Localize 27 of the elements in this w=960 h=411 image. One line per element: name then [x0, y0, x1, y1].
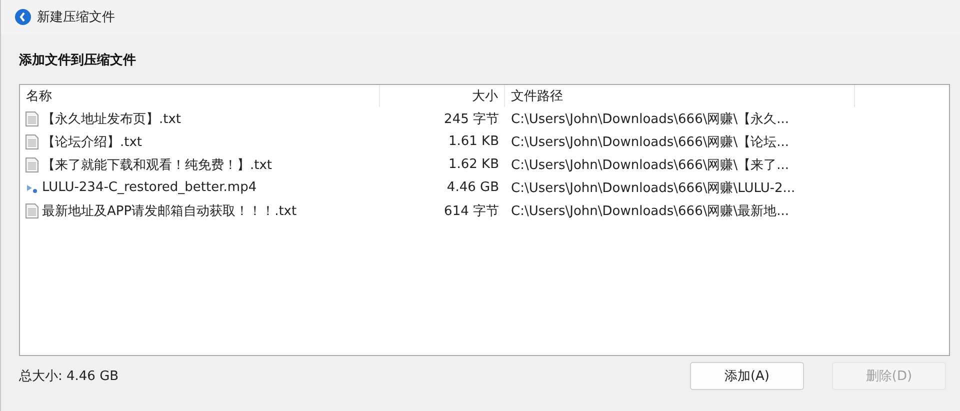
section-heading: 添加文件到压缩文件: [18, 52, 137, 70]
add-button[interactable]: 添加(A): [690, 362, 804, 390]
document-icon: [25, 202, 39, 218]
document-icon: [25, 134, 39, 150]
file-size: 245 字节: [443, 110, 500, 128]
file-size: 4.46 GB: [446, 180, 500, 195]
column-header[interactable]: 名称: [20, 85, 380, 107]
column-header[interactable]: 大小: [380, 85, 505, 107]
app-logo-icon: [15, 9, 31, 25]
file-path: C:\Users\John\Downloads\666\网赚\LULU-2...: [510, 180, 796, 196]
file-name: 【来了就能下载和观看！纯免费！】.txt: [42, 156, 272, 174]
file-size: 1.61 KB: [447, 134, 500, 149]
file-path: C:\Users\John\Downloads\666\网赚\最新地...: [510, 202, 790, 220]
file-size: 614 字节: [443, 202, 500, 220]
file-path: C:\Users\John\Downloads\666\网赚\【来了...: [510, 156, 790, 174]
file-path: C:\Users\John\Downloads\666\网赚\【论坛...: [510, 134, 790, 150]
file-name: 【永久地址发布页】.txt: [42, 110, 182, 128]
window-title: 新建压缩文件: [37, 9, 115, 26]
document-icon: [25, 156, 39, 172]
file-path: C:\Users\John\Downloads\666\网赚\【永久...: [510, 110, 790, 128]
document-icon: [25, 110, 39, 126]
total-size: 总大小: 4.46 GB: [19, 368, 120, 385]
file-name: LULU-234-C_restored_better.mp4: [42, 180, 257, 195]
column-header[interactable]: 文件路径: [505, 85, 855, 107]
file-name: 最新地址及APP请发邮箱自动获取！！！.txt: [42, 202, 297, 220]
file-size: 1.62 KB: [447, 157, 500, 172]
file-name: 【论坛介绍】.txt: [42, 134, 142, 150]
